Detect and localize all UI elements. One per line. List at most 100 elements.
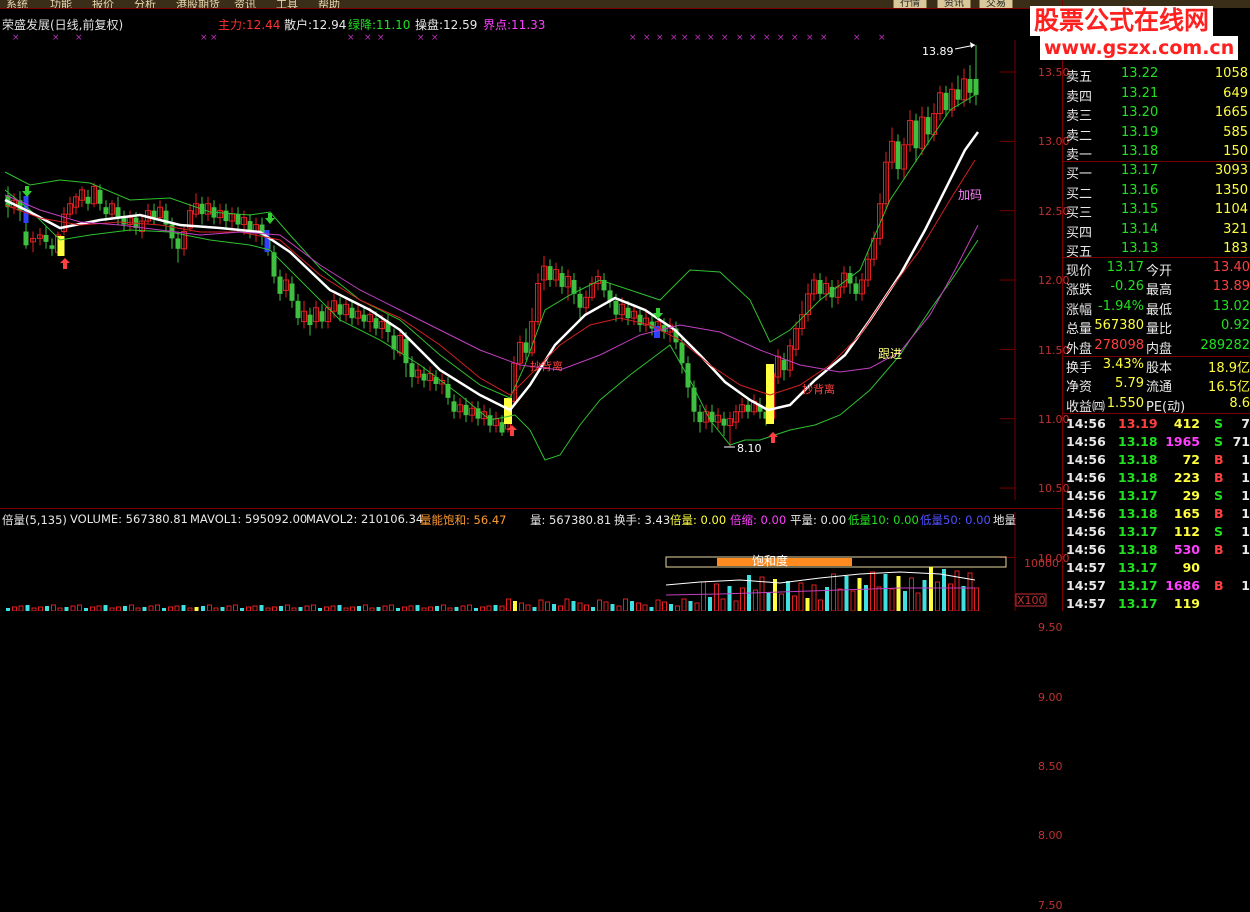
signal-marker: × [777, 33, 785, 43]
volume-bar [655, 599, 661, 611]
stat-label: 股本 [1146, 361, 1173, 376]
tick-count: 71 [1232, 434, 1250, 449]
stat-value: 0.92 [1221, 318, 1250, 334]
tick-side: S [1214, 434, 1224, 449]
stat-label: 流通 [1146, 380, 1173, 396]
volume-unit: X100 [1017, 594, 1046, 607]
volume-bar [571, 601, 576, 611]
volume-bar [64, 607, 69, 611]
tick-side: B [1214, 506, 1224, 521]
volume-bar [740, 587, 745, 611]
tick-volume: 223 [1173, 470, 1200, 485]
quote-label: 卖三 [1066, 109, 1093, 125]
signal-marker: × [52, 33, 60, 43]
volume-divider [0, 508, 1062, 509]
volume-bar [805, 598, 810, 611]
indicator-label: 操盘: [415, 18, 444, 32]
signal-marker: × [12, 33, 20, 43]
volume-bar [961, 586, 966, 611]
candle-body [361, 314, 367, 322]
volume-bar [714, 583, 719, 611]
volume-bar [350, 606, 355, 611]
candle-body [967, 78, 973, 93]
stat-label: 涨幅 [1066, 302, 1093, 318]
stat-value: 567380 [1094, 318, 1144, 334]
stat-value: 13.40 [1212, 260, 1250, 275]
volume-bar [903, 591, 907, 611]
volume-bar [669, 604, 673, 611]
volume-bar [773, 579, 777, 611]
volume-legend-item: 量能饱和: 56.47 [420, 513, 507, 527]
main-ma-line [4, 131, 980, 412]
tick-price: 13.18 [1118, 434, 1158, 449]
signal-marker: × [749, 33, 757, 43]
quote-price: 13.22 [1121, 66, 1159, 81]
candle-body [463, 404, 469, 416]
volume-bar [642, 604, 648, 611]
candle-body [295, 300, 301, 319]
volume-bar [272, 606, 277, 611]
volume-bar [129, 604, 134, 611]
candle-body [613, 300, 619, 315]
volume-bar [857, 578, 862, 611]
volume-bar [181, 605, 186, 611]
stat-label: 外盘 [1066, 341, 1093, 357]
stat-row: 换手 3.43% 股本 18.9亿 [1066, 356, 1250, 376]
candle-body [373, 318, 379, 329]
volume-bar [915, 592, 921, 611]
volume-bar [779, 593, 784, 611]
stat-label: 今开 [1146, 264, 1173, 279]
quote-row: 卖三 13.20 1665 [1066, 104, 1250, 125]
signal-marker: × [878, 33, 886, 43]
volume-bar [96, 605, 102, 611]
candle-body [175, 238, 181, 249]
signal-marker: × [417, 33, 425, 43]
candle-body [817, 280, 823, 294]
quote-row: 卖五 13.22 1058 [1066, 65, 1250, 85]
volume-bar [922, 580, 927, 611]
volume-bar [577, 602, 583, 611]
tick-volume: 112 [1173, 524, 1200, 539]
signal-marker: × [656, 33, 664, 43]
candle-body [103, 207, 109, 215]
stat-value: 289282 [1200, 337, 1250, 353]
tick-volume: 1686 [1165, 578, 1200, 593]
stat-row: 涨跌 -0.26 最高 13.89 [1066, 278, 1250, 298]
volume-bar [649, 607, 654, 611]
volume-legend-item: 平量: 0.00 [790, 513, 847, 527]
tick-volume: 530 [1173, 542, 1200, 557]
indicator-number: 11.33 [511, 18, 546, 32]
signal-marker: × [763, 33, 771, 43]
upper-band-line [4, 94, 976, 399]
indicator-label: 界点: [483, 18, 512, 32]
indicator-label: 绿降: [348, 18, 377, 32]
quote-row: 卖二 13.19 585 [1066, 124, 1250, 144]
tick-row: 14:56 13.17 112 S 1 [1066, 523, 1250, 541]
low-label: 8.10 [737, 442, 762, 455]
volume-bar [552, 604, 556, 611]
volume-bar [467, 604, 472, 611]
volume-bar [694, 602, 700, 611]
volume-bar [90, 606, 95, 611]
signal-marker: × [853, 33, 861, 43]
up-arrow-icon [60, 258, 70, 269]
stat-row: 总量 567380 量比 0.92 [1066, 317, 1250, 337]
signal-marker: × [629, 33, 637, 43]
jiama-label: 加码 [958, 188, 982, 202]
tick-side: B [1214, 452, 1224, 467]
signal-marker: × [721, 33, 729, 43]
tick-side: S [1214, 488, 1224, 503]
volume-bar [408, 605, 414, 611]
quote-volume: 585 [1223, 124, 1248, 140]
indicator-value: 界点:11.33 [483, 16, 545, 33]
genjin-label: 跟进 [878, 347, 902, 361]
volume-bar [220, 607, 225, 611]
tick-volume: 90 [1182, 560, 1200, 575]
candle-body [97, 189, 103, 204]
quote-price: 13.16 [1121, 182, 1159, 198]
candle-body [235, 214, 241, 225]
volume-bar [304, 605, 310, 611]
volume-bar [363, 604, 368, 611]
quote-label: 卖二 [1066, 128, 1093, 144]
candle-body [781, 359, 787, 371]
